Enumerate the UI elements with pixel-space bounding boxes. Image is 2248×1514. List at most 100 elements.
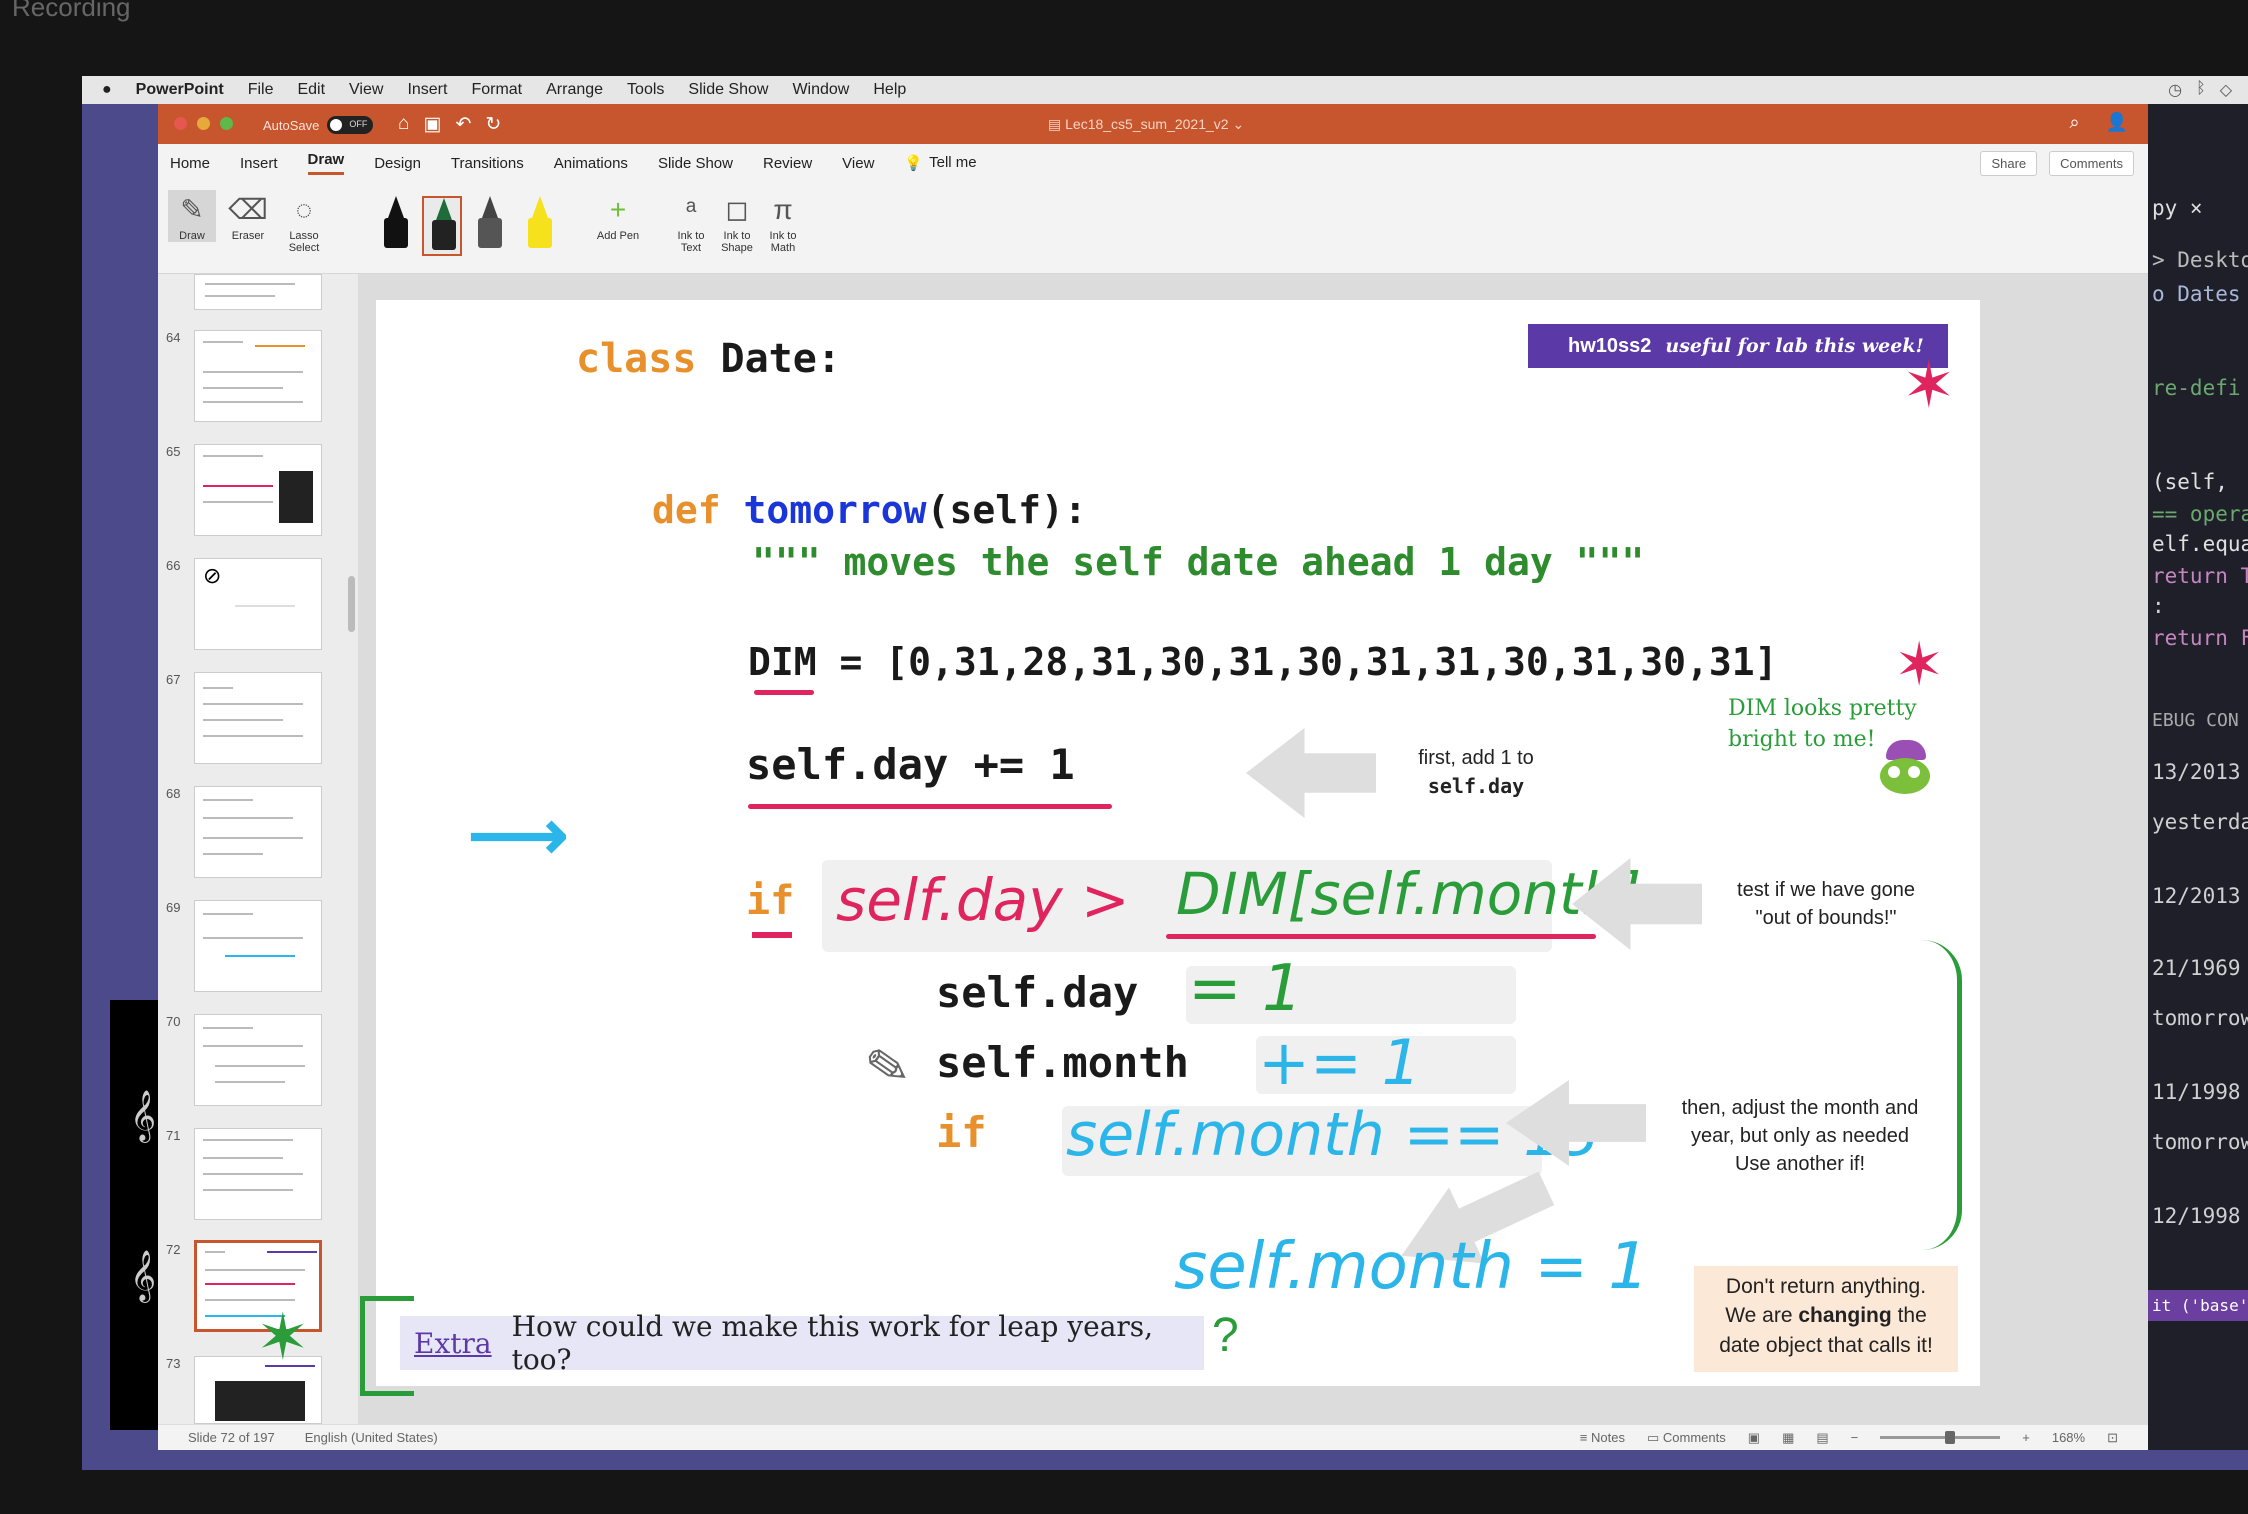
- ink-to-text-button[interactable]: ᵃ Ink to Text: [668, 190, 714, 254]
- ink-to-math-button[interactable]: π Ink to Math: [760, 190, 806, 254]
- tab-home[interactable]: Home: [170, 155, 210, 172]
- function-args: (self):: [926, 488, 1087, 532]
- ink-text-label-1: Ink to: [677, 230, 705, 242]
- editor-line: elf.equa: [2152, 532, 2248, 556]
- editor-tab[interactable]: py ×: [2152, 196, 2203, 220]
- editor-output-line: tomorrow: [2152, 1130, 2248, 1154]
- slide-thumbnail[interactable]: [194, 330, 322, 422]
- menu-view[interactable]: View: [349, 81, 383, 99]
- black-pen-button[interactable]: [376, 196, 416, 256]
- apple-icon[interactable]: ●: [102, 81, 112, 99]
- account-icon[interactable]: 👤: [2106, 112, 2128, 133]
- dont-return-note: Don't return anything. We are changing t…: [1694, 1266, 1958, 1372]
- tab-slide-show[interactable]: Slide Show: [658, 155, 733, 172]
- menu-file[interactable]: File: [248, 81, 274, 99]
- thumbnail-scrollbar[interactable]: [348, 576, 355, 632]
- slide-thumbnail[interactable]: [194, 786, 322, 878]
- editor-status-bar: it ('base': c: [2148, 1290, 2248, 1321]
- thumb-number: 71: [166, 1128, 181, 1143]
- extra-label[interactable]: Extra: [414, 1327, 492, 1360]
- close-window-icon[interactable]: [174, 117, 187, 130]
- zoom-in-icon[interactable]: +: [2022, 1430, 2030, 1445]
- slide-thumbnail[interactable]: ⊘: [194, 558, 322, 650]
- menu-powerpoint[interactable]: PowerPoint: [136, 81, 224, 99]
- class-name: Date:: [720, 336, 841, 382]
- menu-slide-show[interactable]: Slide Show: [688, 81, 768, 99]
- wifi-icon[interactable]: ◇: [2220, 80, 2232, 100]
- slide-thumbnail[interactable]: [194, 1128, 322, 1220]
- bounds-note-line-1: test if we have gone: [1737, 879, 1915, 901]
- menu-window[interactable]: Window: [792, 81, 849, 99]
- search-icon[interactable]: ⌕: [2069, 112, 2079, 133]
- menu-help[interactable]: Help: [873, 81, 906, 99]
- thumb-number: 69: [166, 900, 181, 915]
- add-pen-button[interactable]: + Add Pen: [588, 190, 648, 242]
- slide-thumbnail-panel[interactable]: 64 65 66 ⊘ 67 68 69 70 71 72 73: [158, 274, 358, 1424]
- slide-thumbnail[interactable]: [194, 444, 322, 536]
- fit-slide-icon[interactable]: ⊡: [2107, 1430, 2118, 1446]
- tab-review[interactable]: Review: [763, 155, 812, 172]
- menu-format[interactable]: Format: [471, 81, 522, 99]
- draw-tool-button[interactable]: ✎ Draw: [168, 190, 216, 242]
- dont-note-line-3: date object that calls it!: [1719, 1333, 1933, 1357]
- bluetooth-icon[interactable]: ᛒ: [2196, 80, 2206, 100]
- zoom-slider[interactable]: [1880, 1431, 2001, 1444]
- eraser-button[interactable]: ⌫ Eraser: [222, 190, 274, 242]
- tab-insert[interactable]: Insert: [240, 155, 278, 172]
- star-ink-icon: ✶: [1902, 349, 1956, 421]
- tab-animations[interactable]: Animations: [554, 155, 628, 172]
- editor-output-line: 21/1969: [2152, 956, 2241, 980]
- time-machine-icon[interactable]: ◷: [2168, 80, 2182, 100]
- slide-thumbnail[interactable]: [194, 1014, 322, 1106]
- lightbulb-icon: 💡: [904, 155, 924, 172]
- slide-sorter-icon[interactable]: ▦: [1782, 1430, 1794, 1446]
- editor-line: :: [2152, 594, 2165, 618]
- slide-thumbnail[interactable]: [194, 274, 322, 310]
- comments-status-button[interactable]: ▭ Comments: [1647, 1430, 1726, 1446]
- menu-arrange[interactable]: Arrange: [546, 81, 603, 99]
- then-note-line-1: then, adjust the month and: [1681, 1097, 1919, 1119]
- menu-edit[interactable]: Edit: [297, 81, 325, 99]
- zoom-window-icon[interactable]: [220, 117, 233, 130]
- ink-shape-label-1: Ink to: [723, 230, 751, 242]
- gray-pen-button[interactable]: [470, 196, 510, 256]
- editor-line: (self,: [2152, 470, 2228, 494]
- slide-thumbnail[interactable]: [194, 900, 322, 992]
- minimize-window-icon[interactable]: [197, 117, 210, 130]
- reading-view-icon[interactable]: ▤: [1816, 1430, 1828, 1446]
- zoom-level[interactable]: 168%: [2052, 1430, 2085, 1445]
- menu-insert[interactable]: Insert: [407, 81, 447, 99]
- highlighter-button[interactable]: [520, 196, 560, 256]
- home-icon[interactable]: ⌂: [398, 113, 409, 136]
- ink-to-shape-button[interactable]: ◻ Ink to Shape: [714, 190, 760, 254]
- menu-tools[interactable]: Tools: [627, 81, 664, 99]
- extra-text: How could we make this work for leap yea…: [511, 1310, 1154, 1376]
- ink-month-increment: += 1: [1258, 1026, 1422, 1099]
- status-bar: Slide 72 of 197 English (United States) …: [158, 1424, 2148, 1450]
- redo-icon[interactable]: ↻: [485, 113, 501, 136]
- autosave-toggle[interactable]: OFF: [327, 116, 374, 134]
- dim-line: DIM = [0,31,28,31,30,31,30,31,31,30,31,3…: [748, 640, 1778, 684]
- editor-output-line: 12/2013: [2152, 884, 2241, 908]
- share-button[interactable]: Share: [1980, 150, 2038, 176]
- undo-icon[interactable]: ↶: [455, 113, 471, 136]
- slide-thumbnail[interactable]: [194, 672, 322, 764]
- green-pen-button[interactable]: [422, 196, 462, 256]
- tab-transitions[interactable]: Transitions: [451, 155, 524, 172]
- lasso-select-button[interactable]: ◌ Lasso Select: [278, 190, 330, 254]
- tab-design[interactable]: Design: [374, 155, 421, 172]
- bounds-note-line-2: "out of bounds!": [1755, 907, 1897, 929]
- tab-view[interactable]: View: [842, 155, 874, 172]
- tab-draw[interactable]: Draw: [307, 151, 345, 175]
- comments-button[interactable]: Comments: [2049, 150, 2134, 176]
- notes-button[interactable]: ≡ Notes: [1580, 1430, 1625, 1445]
- save-icon[interactable]: ▣: [423, 113, 441, 136]
- tell-me[interactable]: 💡 Tell me: [904, 154, 976, 172]
- ink-underline-dim-month: [1166, 934, 1596, 939]
- normal-view-icon[interactable]: ▣: [1748, 1430, 1760, 1446]
- ink-month-reset: self.month = 1: [1174, 1230, 1649, 1304]
- pencil-cursor-icon: ✎: [861, 1035, 915, 1101]
- language[interactable]: English (United States): [305, 1430, 438, 1445]
- zoom-out-icon[interactable]: −: [1851, 1430, 1859, 1445]
- autosave-label: AutoSave: [263, 117, 320, 133]
